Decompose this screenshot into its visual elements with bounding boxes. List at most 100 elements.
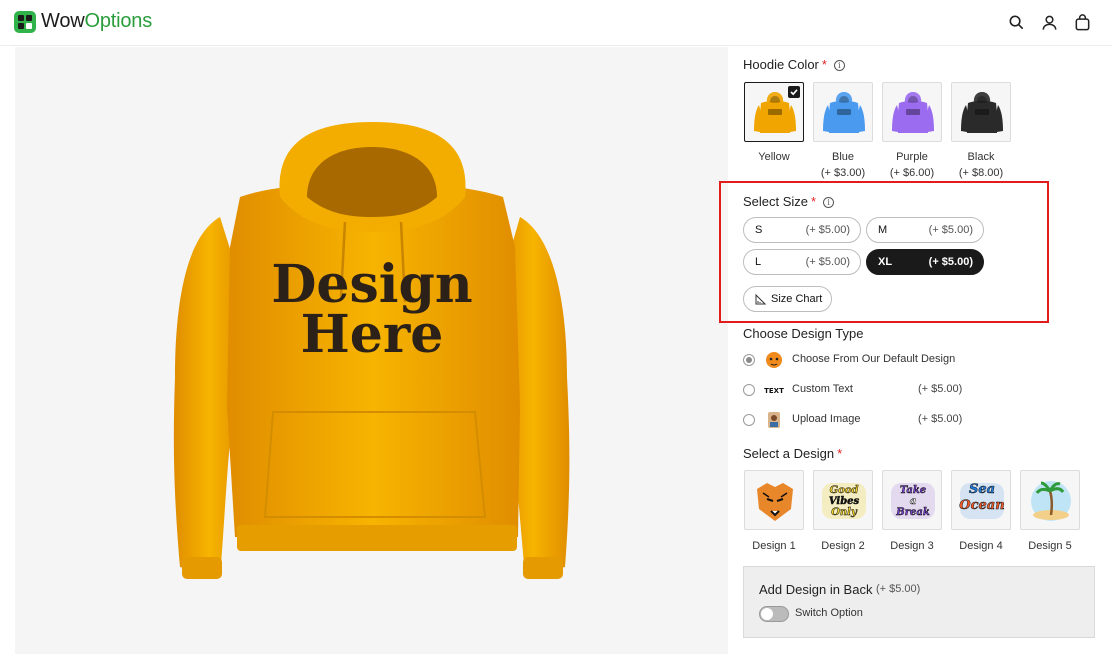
logo-icon: [14, 10, 36, 33]
required-mark: *: [811, 194, 817, 209]
design-art-text: Break: [895, 507, 930, 518]
swatch-name: Yellow: [758, 151, 790, 163]
size-option-s[interactable]: S (+ $5.00): [743, 217, 861, 243]
design-type-label: Upload Image: [792, 413, 861, 425]
size-label: S: [755, 224, 763, 236]
size-chart-button[interactable]: Size Chart: [743, 286, 832, 312]
design-type-option[interactable]: TEXT Custom Text (+ $5.00): [743, 379, 983, 401]
radio-button[interactable]: [743, 354, 755, 366]
design-type-price: (+ $5.00): [918, 413, 963, 425]
hoodie-color-title: Hoodie Color * i: [743, 57, 845, 72]
info-icon[interactable]: i: [833, 60, 845, 71]
size-option-xl[interactable]: XL (+ $5.00): [866, 249, 984, 275]
design-art-text: Good: [830, 485, 859, 496]
color-swatch-label: Purple (+ $6.00): [872, 149, 952, 181]
size-option-l[interactable]: L (+ $5.00): [743, 249, 861, 275]
design-label: Design 3: [890, 540, 934, 552]
swatch-name: Black: [967, 151, 995, 163]
take-a-break-design-icon: TakeaBreak: [891, 483, 935, 519]
size-price: (+ $5.00): [928, 224, 973, 236]
hoodie-thumbnail-icon: [823, 92, 865, 133]
size-price: (+ $5.00): [805, 224, 850, 236]
back-design-title: Add Design in Back: [759, 582, 873, 597]
size-chart-label: Size Chart: [771, 293, 823, 305]
color-swatch-label: Blue (+ $3.00): [803, 149, 883, 181]
design-type-option[interactable]: Upload Image (+ $5.00): [743, 409, 983, 431]
tiger-design-icon: [757, 483, 793, 521]
design-label: Design 5: [1028, 540, 1072, 552]
color-swatch-purple[interactable]: [882, 82, 942, 142]
brand-name: WowOptions: [41, 10, 152, 33]
design-option-2[interactable]: Good Vibes Only: [813, 470, 873, 530]
swatch-name: Blue: [831, 151, 855, 163]
radio-button[interactable]: [743, 384, 755, 396]
size-price: (+ $5.00): [928, 256, 973, 268]
size-label: M: [878, 224, 888, 236]
palm-island-design-icon: [1031, 481, 1071, 521]
info-icon[interactable]: i: [823, 197, 835, 208]
size-label: XL: [878, 256, 893, 268]
design-art-text: Only: [831, 507, 858, 518]
design-art-text: Sea: [969, 482, 995, 497]
radio-button[interactable]: [743, 414, 755, 426]
hoodie-thumbnail-icon: [892, 92, 934, 133]
design-art-text: Take: [900, 485, 926, 496]
brand-name-part2: Options: [84, 10, 153, 32]
color-swatch-black[interactable]: [951, 82, 1011, 142]
select-size-title: Select Size * i: [743, 194, 835, 209]
design-type-title-text: Choose Design Type: [743, 326, 864, 341]
swatch-price: (+ $8.00): [958, 167, 1004, 179]
back-design-price: (+ $5.00): [876, 583, 921, 595]
design-label: Design 2: [821, 540, 865, 552]
product-image: Design Here: [15, 47, 728, 654]
design-label: Design 4: [959, 540, 1003, 552]
design-option-3[interactable]: Take a Break: [882, 470, 942, 530]
select-design-title-text: Select a Design: [743, 446, 835, 461]
good-vibes-design-icon: GoodVibesOnly: [822, 483, 866, 519]
color-swatch-label: Yellow: [734, 149, 814, 165]
back-design-panel: Add Design in Back (+ $5.00) Switch Opti…: [743, 566, 1095, 638]
design-label: Design 1: [752, 540, 796, 552]
bag-icon[interactable]: [1073, 13, 1092, 32]
design-type-label: Custom Text: [792, 383, 853, 395]
text-icon: TEXT: [763, 379, 785, 401]
design-art-text: Vibes: [829, 496, 860, 507]
required-mark: *: [821, 57, 827, 72]
required-mark: *: [837, 446, 843, 461]
header-actions: [1007, 13, 1092, 32]
design-placeholder-line2: Here: [301, 304, 444, 365]
swatch-name: Purple: [896, 151, 928, 163]
design-option-5[interactable]: [1020, 470, 1080, 530]
hoodie-thumbnail-icon: [961, 92, 1003, 133]
back-design-switch[interactable]: [759, 606, 789, 622]
design-type-price: (+ $5.00): [918, 383, 963, 395]
color-swatch-yellow[interactable]: [744, 82, 804, 142]
user-icon[interactable]: [1040, 13, 1059, 32]
sea-design-icon: SeaOcean: [959, 482, 1005, 519]
site-header: WowOptions: [0, 0, 1112, 46]
design-option-4[interactable]: Sea Ocean: [951, 470, 1011, 530]
swatch-price: (+ $6.00): [889, 167, 935, 179]
color-swatch-blue[interactable]: [813, 82, 873, 142]
tiger-icon: [763, 349, 785, 371]
color-swatch-label: Black (+ $8.00): [941, 149, 1021, 181]
design-type-title: Choose Design Type: [743, 326, 863, 341]
brand-logo[interactable]: WowOptions: [14, 10, 152, 33]
ruler-icon: [755, 293, 766, 304]
design-option-1[interactable]: [744, 470, 804, 530]
brand-name-part1: Wow: [41, 10, 85, 32]
size-label: L: [755, 256, 762, 268]
checkmark-icon: [788, 86, 800, 98]
design-type-label: Choose From Our Default Design: [792, 353, 956, 365]
design-art-text: Ocean: [959, 498, 1004, 513]
text-icon-label: TEXT: [764, 387, 784, 395]
search-icon[interactable]: [1007, 13, 1026, 32]
hoodie-color-title-text: Hoodie Color: [743, 57, 819, 72]
size-option-m[interactable]: M (+ $5.00): [866, 217, 984, 243]
design-art-text: a: [910, 496, 916, 507]
photo-icon: [763, 409, 785, 431]
select-size-title-text: Select Size: [743, 194, 809, 209]
hoodie-illustration: Design Here: [173, 122, 570, 579]
select-design-title: Select a Design *: [743, 446, 842, 461]
design-type-option[interactable]: Choose From Our Default Design: [743, 349, 983, 371]
